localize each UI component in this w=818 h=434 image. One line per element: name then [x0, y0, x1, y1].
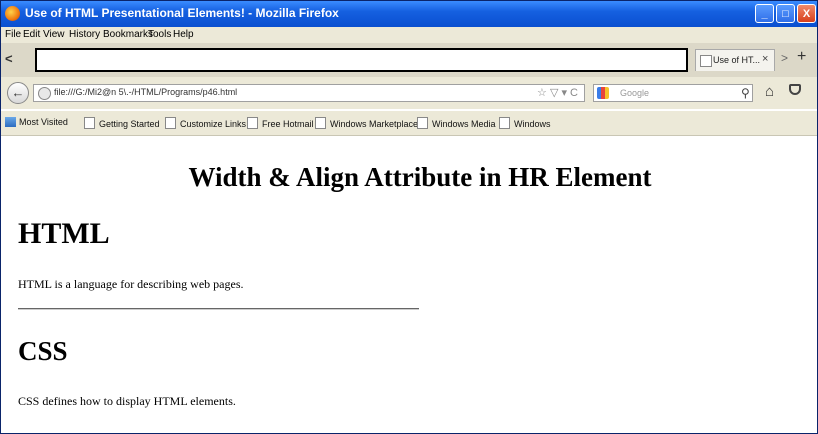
bookmark-windows-marketplace[interactable]: Windows Marketplace — [315, 117, 418, 129]
tab-label: Use of HT... — [713, 55, 761, 65]
google-icon[interactable] — [597, 87, 609, 99]
menu-history[interactable]: History — [69, 29, 100, 40]
page-content: Width & Align Attribute in HR Element HT… — [1, 136, 817, 433]
firefox-icon — [5, 6, 20, 21]
page-icon — [315, 117, 326, 129]
address-bar[interactable]: file:///G:/Mi2@n 5\.-/HTML/Programs/p46.… — [33, 84, 585, 102]
redaction-box — [35, 48, 688, 72]
bookmark-free-hotmail[interactable]: Free Hotmail — [247, 117, 314, 129]
tab-active[interactable]: Use of HT... × — [695, 49, 775, 71]
close-button[interactable]: X — [797, 4, 816, 23]
paragraph-css: CSS defines how to display HTML elements… — [18, 394, 236, 408]
menu-help[interactable]: Help — [173, 29, 194, 40]
bookmark-most-visited[interactable]: Most Visited — [5, 117, 68, 127]
menu-bookmarks[interactable]: Bookmarks — [103, 29, 153, 40]
bookmark-label: Most Visited — [19, 117, 68, 127]
menu-tools[interactable]: Tools — [148, 29, 171, 40]
bookmark-label: Windows Media — [432, 119, 496, 129]
back-button[interactable]: ← — [7, 82, 29, 104]
page-icon — [417, 117, 428, 129]
browser-window: Use of HTML Presentational Elements! - M… — [0, 0, 818, 434]
page-icon — [165, 117, 176, 129]
menu-bar: File Edit View History Bookmarks Tools H… — [1, 27, 817, 43]
search-icon[interactable]: ⚲ — [741, 86, 750, 100]
tab-scroll-right-button[interactable]: > — [781, 51, 788, 65]
horizontal-rule — [18, 308, 419, 310]
page-icon — [247, 117, 258, 129]
minimize-button[interactable]: _ — [755, 4, 774, 23]
tab-close-icon[interactable]: × — [762, 53, 768, 65]
bookmark-label: Free Hotmail — [262, 119, 314, 129]
bookmark-label: Windows — [514, 119, 551, 129]
menu-edit[interactable]: Edit — [23, 29, 40, 40]
bookmark-getting-started[interactable]: Getting Started — [84, 117, 160, 129]
bookmark-windows-media[interactable]: Windows Media — [417, 117, 496, 129]
bookmark-label: Getting Started — [99, 119, 160, 129]
url-action-icons[interactable]: ☆ ▽ ▾ C — [537, 86, 578, 99]
most-visited-icon — [5, 117, 16, 127]
navigation-bar: ← file:///G:/Mi2@n 5\.-/HTML/Programs/p4… — [1, 77, 817, 109]
tab-scroll-left-button[interactable]: < — [5, 51, 13, 66]
page-icon — [499, 117, 510, 129]
menu-file[interactable]: File — [5, 29, 21, 40]
home-icon[interactable]: ⌂ — [765, 83, 774, 100]
search-input[interactable]: Google — [593, 84, 753, 102]
page-icon — [700, 55, 712, 67]
bookmarks-bar: Most Visited Getting Started Customize L… — [1, 111, 817, 136]
tab-strip: < Use of HT... × > + — [1, 43, 817, 77]
pocket-icon[interactable] — [789, 84, 801, 95]
maximize-button[interactable]: □ — [776, 4, 795, 23]
bookmark-label: Customize Links — [180, 119, 247, 129]
new-tab-button[interactable]: + — [797, 48, 806, 66]
title-bar: Use of HTML Presentational Elements! - M… — [1, 1, 817, 27]
page-icon — [84, 117, 95, 129]
paragraph-html: HTML is a language for describing web pa… — [18, 277, 244, 291]
window-title: Use of HTML Presentational Elements! - M… — [25, 6, 339, 20]
globe-icon — [38, 87, 51, 100]
heading-html: HTML — [18, 217, 110, 250]
bookmark-windows[interactable]: Windows — [499, 117, 551, 129]
back-arrow-icon: ← — [11, 85, 25, 100]
url-text: file:///G:/Mi2@n 5\.-/HTML/Programs/p46.… — [54, 87, 238, 97]
bookmark-customize-links[interactable]: Customize Links — [165, 117, 246, 129]
bookmark-label: Windows Marketplace — [330, 119, 419, 129]
page-title: Width & Align Attribute in HR Element — [188, 162, 652, 192]
heading-css: CSS — [18, 336, 68, 366]
search-placeholder: Google — [620, 88, 650, 98]
menu-view[interactable]: View — [43, 29, 65, 40]
